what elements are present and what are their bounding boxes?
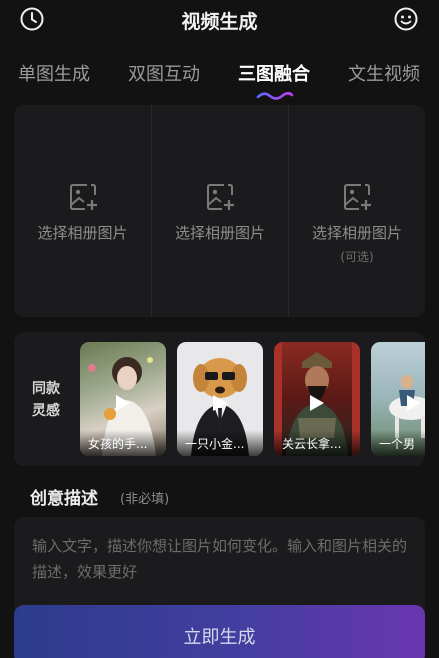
tab-triple-image[interactable]: 三图融合 <box>238 60 310 86</box>
play-icon <box>212 394 228 412</box>
add-image-icon <box>204 181 236 213</box>
play-icon <box>115 394 131 412</box>
page-title: 视频生成 <box>181 11 258 33</box>
add-image-icon <box>67 181 99 213</box>
inspiration-card[interactable]: 一只小金... <box>177 342 263 456</box>
description-title: 创意描述 <box>30 489 98 509</box>
mode-tabs: 单图生成 双图互动 三图融合 文生视频 <box>0 56 439 100</box>
description-optional-hint: (非必填) <box>120 492 170 507</box>
play-icon <box>309 394 325 412</box>
generate-button[interactable]: 立即生成 <box>14 605 425 658</box>
inspiration-label: 同款灵感 <box>32 381 60 419</box>
add-image-icon <box>341 181 373 213</box>
tab-single-image[interactable]: 单图生成 <box>18 60 90 86</box>
inspiration-card[interactable]: 一个男 <box>371 342 425 456</box>
play-icon <box>406 394 422 412</box>
image-upload-panel: 选择相册图片 选择相册图片 选择相册图片 (可选) <box>14 105 425 317</box>
optional-hint: (可选) <box>340 250 374 264</box>
upload-slot-2[interactable]: 选择相册图片 <box>151 105 288 317</box>
upload-slot-label: 选择相册图片 <box>174 224 265 242</box>
smiley-face-icon[interactable] <box>393 6 419 32</box>
upload-slot-1[interactable]: 选择相册图片 <box>14 105 151 317</box>
active-tab-indicator <box>256 86 294 100</box>
app-header: 视频生成 <box>0 0 439 40</box>
upload-slot-label: 选择相册图片 <box>37 224 128 242</box>
tab-text-to-video[interactable]: 文生视频 <box>348 60 420 86</box>
upload-slot-label: 选择相册图片 <box>311 224 402 242</box>
upload-slot-3[interactable]: 选择相册图片 (可选) <box>288 105 425 317</box>
tab-double-image[interactable]: 双图互动 <box>128 60 200 86</box>
card-caption: 关云长拿... <box>274 430 360 456</box>
card-caption: 一只小金... <box>177 430 263 456</box>
card-caption: 女孩的手... <box>80 430 166 456</box>
description-input[interactable] <box>32 533 410 603</box>
inspiration-card[interactable]: 关云长拿... <box>274 342 360 456</box>
card-caption: 一个男 <box>371 430 425 456</box>
inspiration-panel: 同款灵感 女孩的手... 一只小金... 关云长拿... 一个男 <box>14 332 425 466</box>
inspiration-card[interactable]: 女孩的手... <box>80 342 166 456</box>
